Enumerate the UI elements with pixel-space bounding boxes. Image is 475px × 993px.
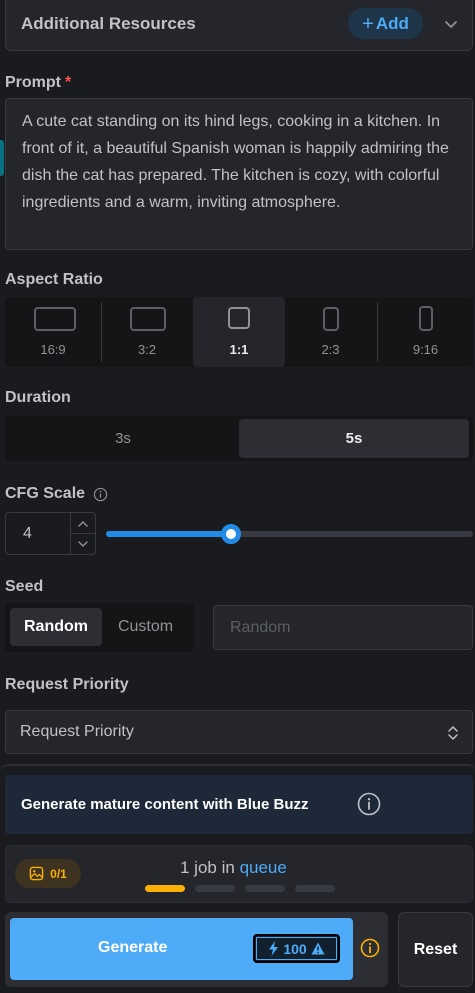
duration-option-3s[interactable]: 3s xyxy=(8,419,238,458)
reset-button[interactable]: Reset xyxy=(398,912,473,987)
prompt-label: Prompt * xyxy=(5,74,71,92)
duration-label: Duration xyxy=(5,389,71,406)
generate-button[interactable]: Generate 100 xyxy=(10,918,353,980)
divider xyxy=(70,533,96,534)
queue-text-prefix: 1 job in xyxy=(180,858,235,877)
cfg-scale-label: CFG Scale xyxy=(5,485,86,502)
seed-option-custom[interactable]: Custom xyxy=(102,608,189,646)
image-count-badge: 0/1 xyxy=(15,859,81,888)
request-priority-label: Request Priority xyxy=(5,676,129,693)
seed-mode-selector: Random Custom xyxy=(5,603,194,652)
prompt-label-text: Prompt xyxy=(5,74,61,91)
info-icon[interactable] xyxy=(93,487,108,502)
queue-status-text: 1 job in queue xyxy=(180,858,287,878)
mature-content-text: Generate mature content with Blue Buzz xyxy=(21,796,309,813)
seed-label: Seed xyxy=(5,578,44,595)
cfg-scale-slider-thumb[interactable] xyxy=(220,524,241,544)
plus-icon: + xyxy=(362,12,374,35)
lightning-icon xyxy=(269,941,279,956)
cfg-scale-value: 4 xyxy=(23,525,32,542)
aspect-option-9-16[interactable]: 9:16 xyxy=(378,297,473,367)
seed-input[interactable]: Random xyxy=(213,605,473,650)
add-resource-button[interactable]: + Add xyxy=(348,8,423,39)
request-priority-select[interactable]: Request Priority xyxy=(5,710,473,754)
aspect-option-1-1[interactable]: 1:1 xyxy=(193,297,285,367)
request-priority-value: Request Priority xyxy=(20,723,134,740)
info-icon[interactable] xyxy=(357,792,381,816)
aspect-option-label: 3:2 xyxy=(137,342,157,357)
aspect-option-label: 16:9 xyxy=(40,342,66,357)
buzz-cost: 100 xyxy=(283,940,307,957)
chevron-down-icon[interactable] xyxy=(76,538,90,550)
duration-selector: 3s 5s xyxy=(5,416,473,461)
add-resource-label: Add xyxy=(375,13,409,33)
queue-progress-segment xyxy=(145,885,185,892)
aspect-option-label: 1:1 xyxy=(229,342,249,357)
chevron-up-icon[interactable] xyxy=(76,518,90,530)
generate-label: Generate xyxy=(98,939,168,956)
buzz-cost-badge: 100 xyxy=(253,934,340,963)
side-drawer-handle[interactable] xyxy=(0,140,4,176)
cfg-scale-slider-fill xyxy=(106,531,231,537)
aspect-option-3-2[interactable]: 3:2 xyxy=(102,297,192,367)
aspect-16-9-icon xyxy=(34,307,76,331)
warning-triangle-icon xyxy=(311,942,325,955)
queue-progress-segment xyxy=(245,885,285,892)
aspect-option-2-3[interactable]: 2:3 xyxy=(285,297,376,367)
queue-progress-segment xyxy=(195,885,235,892)
cfg-scale-number-input[interactable]: 4 xyxy=(5,512,96,555)
aspect-option-label: 2:3 xyxy=(321,342,340,357)
aspect-option-label: 9:16 xyxy=(412,342,439,357)
duration-option-5s[interactable]: 5s xyxy=(239,419,469,458)
aspect-1-1-icon xyxy=(228,307,250,329)
aspect-option-16-9[interactable]: 16:9 xyxy=(5,297,101,367)
queue-link[interactable]: queue xyxy=(240,858,287,877)
aspect-ratio-label: Aspect Ratio xyxy=(5,271,103,288)
aspect-9-16-icon xyxy=(419,306,433,331)
aspect-ratio-selector: 16:9 3:2 1:1 2:3 9:16 xyxy=(5,297,473,367)
cfg-scale-label-row: CFG Scale xyxy=(5,485,108,503)
aspect-3-2-icon xyxy=(130,307,166,331)
select-updown-icon xyxy=(448,726,458,740)
additional-resources-title: Additional Resources xyxy=(21,14,196,33)
queue-progress-segment xyxy=(295,885,335,892)
seed-option-random[interactable]: Random xyxy=(10,608,102,646)
chevron-down-icon[interactable] xyxy=(443,16,459,32)
image-count: 0/1 xyxy=(50,866,67,881)
mature-content-banner[interactable]: Generate mature content with Blue Buzz xyxy=(5,775,473,834)
prompt-textarea[interactable]: A cute cat standing on its hind legs, co… xyxy=(5,98,473,250)
info-icon[interactable] xyxy=(360,938,380,958)
required-mark: * xyxy=(65,74,72,91)
aspect-2-3-icon xyxy=(323,307,339,331)
image-icon xyxy=(29,866,44,881)
